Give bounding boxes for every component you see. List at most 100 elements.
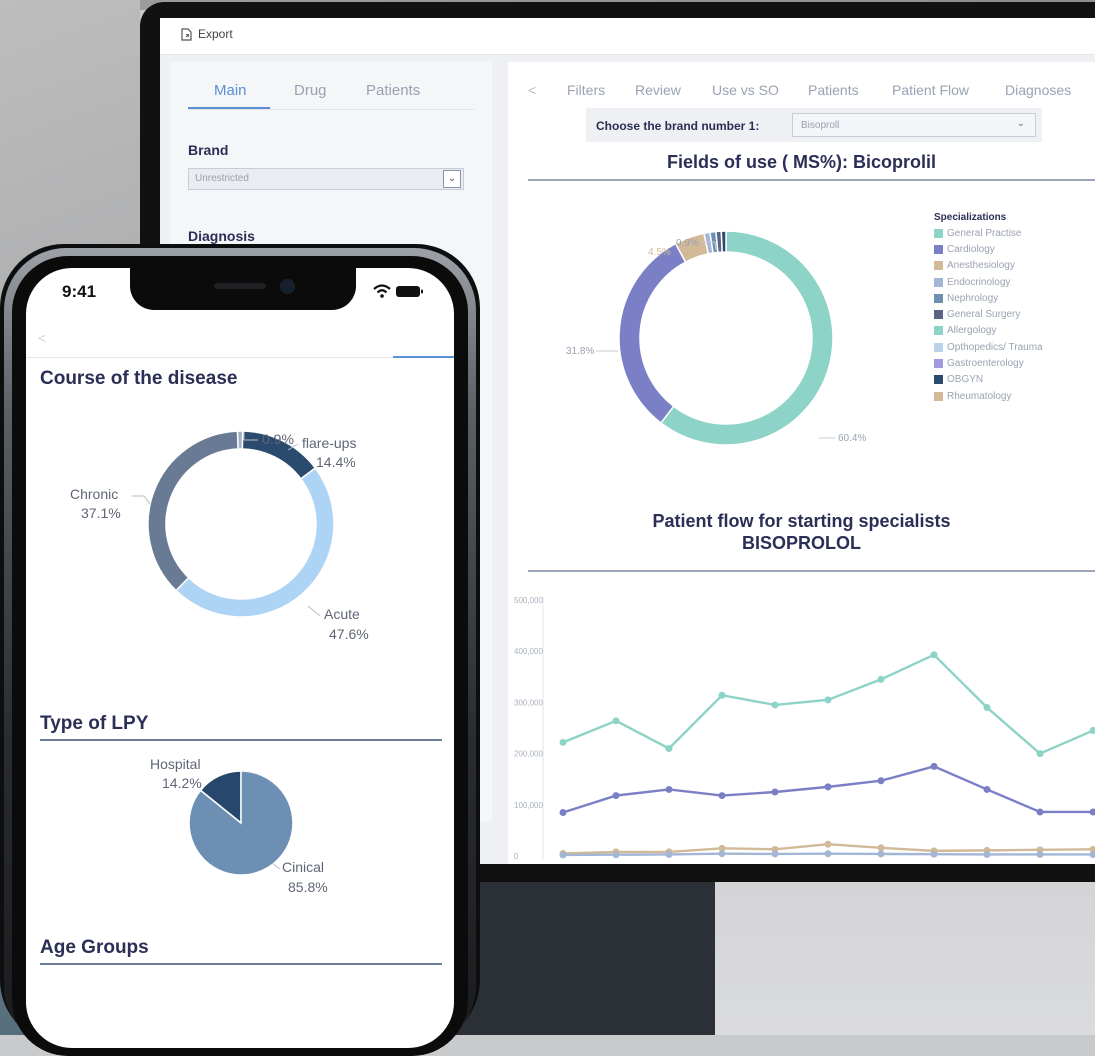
legend-swatch <box>934 375 943 384</box>
data-label-chronic-name: Chronic <box>70 486 118 502</box>
series-point <box>878 850 885 857</box>
series-point <box>878 844 885 851</box>
series-point <box>719 850 726 857</box>
series-point <box>613 851 620 858</box>
legend-item[interactable]: Nephrology <box>934 290 1043 306</box>
legend-item[interactable]: Opthopedics/ Trauma <box>934 339 1043 355</box>
legend-items: General PractiseCardiology Anesthesiology… <box>934 225 1043 404</box>
legend-swatch <box>934 245 943 254</box>
series-point <box>825 850 832 857</box>
series-point <box>719 692 726 699</box>
tab-patients[interactable]: Patients <box>808 82 859 98</box>
active-tab-indicator <box>188 107 270 109</box>
phone-back-icon[interactable]: < <box>38 330 46 346</box>
legend-item[interactable]: General Practise <box>934 225 1043 241</box>
tab-patient-flow[interactable]: Patient Flow <box>892 82 969 98</box>
series-point <box>931 851 938 858</box>
legend-label: Nephrology <box>947 293 998 304</box>
series-point <box>560 739 567 746</box>
tab-drug[interactable]: Drug <box>294 82 327 99</box>
diagnosis-label: Diagnosis <box>188 228 255 244</box>
export-label: Export <box>198 27 233 41</box>
legend-item[interactable]: Endocrinology <box>934 274 1043 290</box>
fields-of-use-slice-general-practise <box>661 231 833 445</box>
series-point <box>1037 808 1044 815</box>
data-label-general-practise: 60.4% <box>838 433 866 444</box>
legend-swatch <box>934 310 943 319</box>
series-point <box>613 717 620 724</box>
series-point <box>1090 851 1095 858</box>
legend-item[interactable]: OBGYN <box>934 372 1043 388</box>
legend-label: Rheumatology <box>947 391 1011 402</box>
brand-select[interactable]: Unrestricted ⌄ <box>188 168 464 190</box>
brand-chooser-select[interactable]: Bisoproll ⌄ <box>792 113 1036 137</box>
data-label-0-9: 0.9% <box>262 431 294 447</box>
data-label-cinical-name: Cinical <box>282 859 324 875</box>
brand-chooser-value: Bisoproll <box>801 120 839 131</box>
brand-chooser: Choose the brand number 1: Bisoproll ⌄ <box>586 108 1042 142</box>
tab-main[interactable]: Main <box>214 82 247 99</box>
tab-patients[interactable]: Patients <box>366 82 420 99</box>
tabs-back-icon[interactable]: < <box>528 82 536 98</box>
legend-swatch <box>934 392 943 401</box>
y-tick-label: 100,000 <box>514 801 543 810</box>
tab-review[interactable]: Review <box>635 82 681 98</box>
tab-diagnoses[interactable]: Diagnoses <box>1005 82 1071 98</box>
data-label-chronic-pct: 37.1% <box>81 505 121 521</box>
series-point <box>1037 750 1044 757</box>
export-button[interactable]: Export <box>180 27 233 41</box>
course-of-disease-donut-chart: 0.9%flare-ups14.4%Chronic37.1%Acute47.6% <box>26 410 454 680</box>
phone-tab-divider <box>26 357 454 358</box>
series-point <box>1037 851 1044 858</box>
type-of-lpy-title: Type of LPY <box>40 713 148 735</box>
legend-item[interactable]: Anesthesiology <box>934 258 1043 274</box>
data-label-endocrinology: 0.9% <box>676 238 699 249</box>
legend-label: General Surgery <box>947 309 1020 320</box>
fields-of-use-slice-obgyn <box>721 231 726 252</box>
patient-flow-rule <box>528 570 1095 572</box>
legend-item[interactable]: Cardiology <box>934 241 1043 257</box>
tab-use-vs-so[interactable]: Use vs SO <box>712 82 779 98</box>
series-point <box>931 763 938 770</box>
series-point <box>825 696 832 703</box>
leader-line <box>272 863 280 869</box>
specializations-legend: Specializations General PractiseCardiolo… <box>934 212 1043 404</box>
legend-item[interactable]: Allergology <box>934 323 1043 339</box>
phone-camera <box>280 279 295 294</box>
course-of-disease-slice-chronic <box>148 431 238 591</box>
brand-select-value: Unrestricted <box>195 173 249 184</box>
data-label-rheumatology: 4.5% <box>648 247 671 258</box>
legend-swatch <box>934 326 943 335</box>
series-point <box>772 850 779 857</box>
patient-flow-title: Patient flow for starting specialists BI… <box>508 510 1095 554</box>
legend-swatch <box>934 278 943 287</box>
series-point <box>560 809 567 816</box>
legend-label: Anesthesiology <box>947 260 1015 271</box>
y-tick-label: 400,000 <box>514 647 543 656</box>
phone-speaker <box>214 283 266 289</box>
leader-line <box>132 496 150 504</box>
tab-filters[interactable]: Filters <box>567 82 605 98</box>
legend-item[interactable]: General Surgery <box>934 306 1043 322</box>
patient-flow-title-line1: Patient flow for starting specialists <box>508 510 1095 532</box>
y-tick-label: 300,000 <box>514 698 543 707</box>
legend-swatch <box>934 294 943 303</box>
series-line-0 <box>563 655 1093 754</box>
series-point <box>1090 808 1095 815</box>
series-point <box>666 851 673 858</box>
background-bottom-light <box>715 880 1095 1035</box>
fields-of-use-slice-cardiology <box>619 244 686 423</box>
type-of-lpy-rule <box>40 739 442 741</box>
legend-title: Specializations <box>934 212 1043 223</box>
y-tick-label: 0 <box>514 852 519 861</box>
legend-item[interactable]: Rheumatology <box>934 388 1043 404</box>
series-point <box>666 786 673 793</box>
legend-label: Gastroenterology <box>947 358 1024 369</box>
series-point <box>825 783 832 790</box>
legend-label: Endocrinology <box>947 277 1010 288</box>
legend-item[interactable]: Gastroenterology <box>934 355 1043 371</box>
brand-label: Brand <box>188 142 228 158</box>
series-point <box>560 851 567 858</box>
legend-label: OBGYN <box>947 374 983 385</box>
series-point <box>984 786 991 793</box>
